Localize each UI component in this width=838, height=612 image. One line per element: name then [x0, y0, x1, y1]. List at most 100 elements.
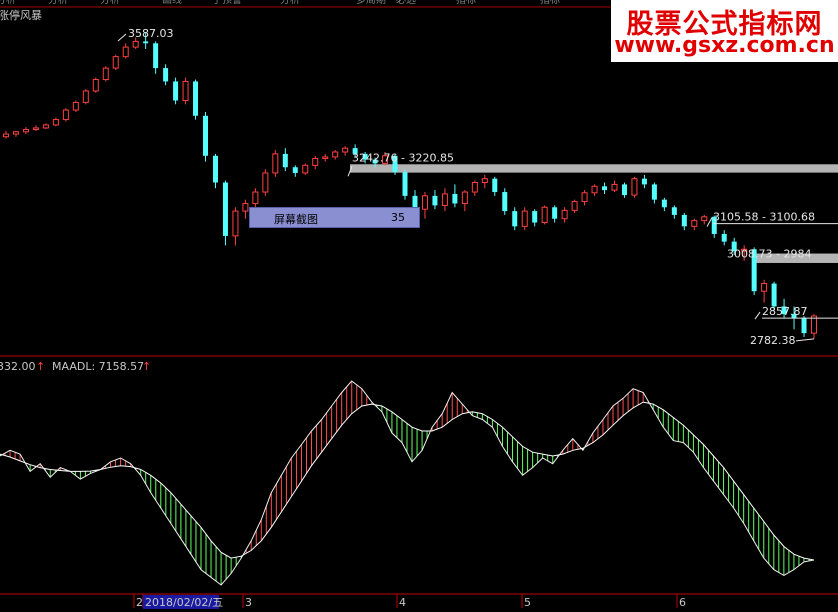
candle — [332, 150, 339, 160]
candle — [681, 213, 687, 231]
candle-body — [471, 181, 478, 193]
time-axis-label: 4 — [399, 596, 406, 609]
candle-body — [173, 81, 179, 101]
top-menu-item[interactable]: 分析 — [48, 0, 68, 6]
candle-body — [581, 192, 588, 203]
candle — [163, 64, 169, 86]
candle — [112, 54, 119, 70]
top-menu-item[interactable]: 分析 — [0, 0, 16, 6]
candle — [102, 66, 109, 82]
maadl-pane[interactable]: 332.00 ↑ MAADL: 7158.57 ↑ — [0, 360, 815, 586]
candle — [641, 174, 647, 189]
candle — [452, 184, 458, 208]
candle-body — [591, 185, 598, 194]
top-menu-strip: 分析 分析 分析 画线 于预警 分析 多周期 必选 指标 指标 — [0, 0, 560, 6]
top-menu-item[interactable]: 多周期 — [356, 0, 386, 6]
screen-capture-tag[interactable]: 屏幕截图 35 — [249, 207, 420, 228]
candle-body — [132, 40, 139, 48]
candle-body — [232, 210, 239, 237]
maadl-value-arrow: ↑ — [142, 360, 151, 373]
candle — [272, 150, 279, 177]
stock-chart-canvas[interactable]: 分析 分析 分析 画线 于预警 分析 多周期 必选 指标 指标 涨停风暴 3587.03 3242.… — [0, 0, 838, 612]
candle — [402, 169, 408, 200]
candle — [203, 111, 209, 162]
candle — [72, 100, 79, 112]
candle-body — [441, 193, 448, 206]
candle-body — [122, 46, 129, 58]
candle — [801, 315, 807, 337]
candle-body — [651, 184, 657, 200]
candle-body — [203, 115, 209, 156]
price-annotation: 2782.38 — [750, 334, 796, 347]
price-annotation: 2857.87 — [762, 305, 808, 318]
candle — [421, 192, 428, 219]
candle-body — [541, 206, 548, 224]
candle-body — [342, 147, 349, 153]
candle-body — [552, 207, 558, 219]
candle — [691, 218, 698, 231]
candle — [62, 108, 69, 122]
candle-body — [42, 124, 49, 129]
top-menu-item[interactable]: 于预警 — [212, 0, 242, 6]
candle-body — [112, 56, 119, 69]
annotation-leader — [754, 311, 761, 320]
candle-body — [262, 172, 269, 193]
candle-body — [701, 216, 708, 222]
candle-body — [801, 317, 807, 334]
maadl-lines — [0, 380, 815, 586]
time-axis-label: 5 — [524, 596, 531, 609]
candle-body — [432, 195, 438, 206]
candle — [441, 188, 448, 212]
annotation-leader — [706, 217, 713, 227]
candle — [721, 230, 727, 246]
candle-body — [631, 178, 638, 196]
candle-body — [82, 90, 89, 103]
price-annotation: 3105.58 - 3100.68 — [713, 211, 815, 224]
candle — [322, 153, 329, 162]
watermark-url: www.gsxz.com.cn — [614, 33, 835, 58]
candle — [611, 180, 618, 193]
indicator-left-value: 332.00 — [0, 360, 36, 373]
candle — [312, 155, 319, 170]
candle-body — [32, 127, 39, 130]
candle — [122, 43, 129, 59]
candle-body — [272, 153, 279, 174]
candle — [471, 180, 478, 196]
top-menu-item[interactable]: 必选 — [396, 0, 416, 6]
annotation-leader — [117, 33, 127, 42]
candle — [591, 184, 598, 196]
top-menu-item[interactable]: 指标 — [540, 0, 560, 6]
candle-body — [621, 184, 627, 196]
candle — [661, 197, 667, 212]
candle — [701, 214, 708, 225]
candlestick-series — [3, 33, 817, 339]
time-axis[interactable]: 2 2018/02/02/五 3 4 5 6 — [0, 593, 838, 609]
candle — [552, 205, 558, 223]
top-menu-item[interactable]: 分析 — [280, 0, 300, 6]
candle-body — [641, 178, 647, 185]
candle — [193, 79, 199, 120]
candle-body — [761, 283, 768, 292]
top-menu-item[interactable]: 画线 — [162, 0, 182, 6]
candle-body — [252, 191, 259, 204]
candle-body — [62, 109, 69, 121]
screen-capture-value: 35 — [391, 211, 405, 224]
candle-body — [481, 178, 488, 183]
top-menu-item[interactable]: 分析 — [100, 0, 120, 6]
candle-body — [561, 209, 568, 220]
time-axis-ticks: 2 2018/02/02/五 3 4 5 6 — [133, 594, 686, 609]
candle-body — [292, 167, 298, 173]
candle-body — [452, 193, 458, 204]
candle — [651, 182, 657, 204]
candle-body — [671, 207, 677, 215]
candle — [52, 117, 59, 127]
candle-body — [332, 151, 339, 158]
candle — [671, 205, 677, 219]
top-menu-item[interactable]: 指标 — [456, 0, 476, 6]
candle-body — [721, 233, 727, 242]
candle-body — [571, 201, 578, 211]
candle-body — [492, 178, 498, 193]
candle-body — [212, 155, 218, 183]
candle-body — [402, 172, 408, 196]
candle-body — [312, 157, 319, 166]
